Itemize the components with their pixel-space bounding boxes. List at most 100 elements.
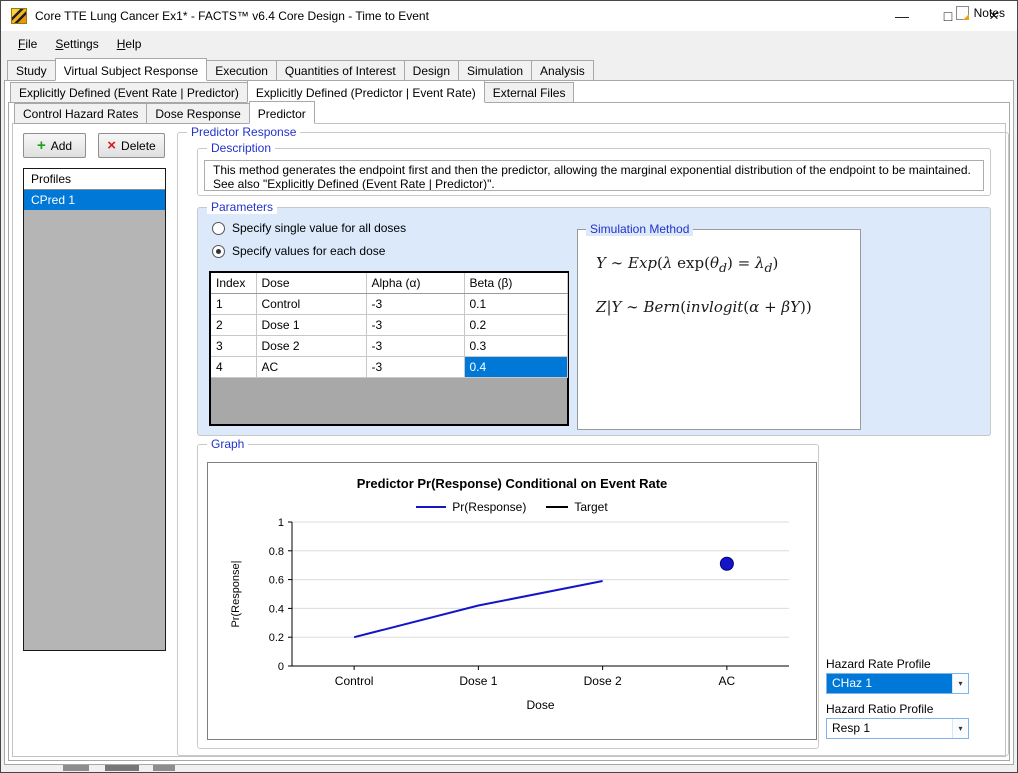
delete-button-label: Delete xyxy=(121,139,156,153)
chart-panel: Predictor Pr(Response) Conditional on Ev… xyxy=(207,462,817,740)
profiles-list-header: Profiles xyxy=(24,169,165,190)
grid-row-control: 1 Control -3 0.1 xyxy=(211,294,567,315)
description-line-2: See also "Explicitly Defined (Event Rate… xyxy=(213,177,975,191)
cell-beta[interactable]: 0.3 xyxy=(464,336,567,357)
cell-index[interactable]: 2 xyxy=(211,315,256,336)
description-group: Description This method generates the en… xyxy=(197,148,991,196)
radio-single-value-label: Specify single value for all doses xyxy=(232,221,406,235)
chevron-down-icon[interactable]: ▾ xyxy=(952,674,968,693)
sub-tab-strip: Explicitly Defined (Event Rate | Predict… xyxy=(10,81,573,103)
simulation-method-box: Simulation Method Y ∼ Exp(λ exp(θd) = λd… xyxy=(577,229,861,430)
cell-alpha[interactable]: -3 xyxy=(366,315,464,336)
col-header-dose: Dose xyxy=(256,273,366,294)
tab-predictor[interactable]: Predictor xyxy=(249,101,315,124)
notes-label: Notes xyxy=(974,6,1005,20)
chart-plot: 00.20.40.60.81ControlDose 1Dose 2ACDoseP… xyxy=(207,514,817,726)
svg-text:Dose: Dose xyxy=(526,698,554,712)
profile-item-cpred1[interactable]: CPred 1 xyxy=(24,190,165,210)
title-bar: Core TTE Lung Cancer Ex1* - FACTS™ v6.4 … xyxy=(1,1,1017,31)
tab-study[interactable]: Study xyxy=(7,60,56,81)
add-button[interactable]: + Add xyxy=(23,133,86,158)
minimize-button[interactable]: — xyxy=(879,1,925,31)
description-group-label: Description xyxy=(207,141,275,155)
grid-row-dose1: 2 Dose 1 -3 0.2 xyxy=(211,315,567,336)
legend-label: Pr(Response) xyxy=(452,500,526,514)
parameters-group: Parameters Specify single value for all … xyxy=(197,207,991,436)
cell-alpha[interactable]: -3 xyxy=(366,357,464,378)
parameters-group-label: Parameters xyxy=(207,200,277,214)
cell-beta[interactable]: 0.2 xyxy=(464,315,567,336)
notes-button[interactable]: Notes xyxy=(952,4,1009,22)
legend-item-pr-response: Pr(Response) xyxy=(416,500,526,514)
hazard-rate-profile-value: CHaz 1 xyxy=(827,674,952,693)
radio-each-dose[interactable]: Specify values for each dose xyxy=(212,244,385,258)
graph-group-label: Graph xyxy=(207,437,248,451)
cell-index[interactable]: 1 xyxy=(211,294,256,315)
tab-control-hazard-rates[interactable]: Control Hazard Rates xyxy=(14,103,147,124)
grid-row-ac: 4 AC -3 0.4 xyxy=(211,357,567,378)
hazard-ratio-profile-label: Hazard Ratio Profile xyxy=(826,702,933,716)
tab-design[interactable]: Design xyxy=(404,60,459,81)
bottom-artifact xyxy=(153,765,175,771)
cell-index[interactable]: 4 xyxy=(211,357,256,378)
tab-external-files[interactable]: External Files xyxy=(484,82,575,103)
cell-alpha[interactable]: -3 xyxy=(366,294,464,315)
cell-index[interactable]: 3 xyxy=(211,336,256,357)
graph-group: Graph Predictor Pr(Response) Conditional… xyxy=(197,444,819,749)
chart-title: Predictor Pr(Response) Conditional on Ev… xyxy=(357,476,668,491)
bottom-artifact xyxy=(63,765,89,771)
radio-each-dose-icon xyxy=(212,245,225,258)
grid-row-dose2: 3 Dose 2 -3 0.3 xyxy=(211,336,567,357)
cell-dose[interactable]: Control xyxy=(256,294,366,315)
hazard-ratio-profile-combo[interactable]: Resp 1 ▾ xyxy=(826,718,969,739)
dose-parameters-grid: Index Dose Alpha (α) Beta (β) 1 Control … xyxy=(209,271,569,426)
cell-dose[interactable]: Dose 1 xyxy=(256,315,366,336)
cell-beta-selected[interactable]: 0.4 xyxy=(464,357,567,378)
simulation-formula-2: Z|Y ∼ Bern(invlogit(α + βY)) xyxy=(596,298,812,316)
main-tab-strip: Study Virtual Subject Response Execution… xyxy=(7,59,593,81)
app-icon xyxy=(11,8,27,24)
svg-text:AC: AC xyxy=(719,674,736,688)
hazard-ratio-profile-value: Resp 1 xyxy=(827,719,952,738)
legend-item-target: Target xyxy=(546,500,607,514)
tab-analysis[interactable]: Analysis xyxy=(531,60,594,81)
cell-dose[interactable]: AC xyxy=(256,357,366,378)
svg-text:Dose 1: Dose 1 xyxy=(459,674,497,688)
add-icon: + xyxy=(37,141,46,151)
svg-text:Control: Control xyxy=(335,674,374,688)
simulation-method-label: Simulation Method xyxy=(586,222,693,236)
svg-text:Pr(Response|: Pr(Response| xyxy=(230,560,242,627)
cell-alpha[interactable]: -3 xyxy=(366,336,464,357)
menu-help[interactable]: Help xyxy=(108,33,151,55)
svg-text:0: 0 xyxy=(278,661,284,673)
svg-text:Dose 2: Dose 2 xyxy=(584,674,622,688)
menu-settings[interactable]: Settings xyxy=(46,33,107,55)
delete-button[interactable]: × Delete xyxy=(98,133,165,158)
cell-dose[interactable]: Dose 2 xyxy=(256,336,366,357)
legend-target-line-icon xyxy=(546,506,568,508)
tab-explicitly-defined-event-rate-predictor[interactable]: Explicitly Defined (Event Rate | Predict… xyxy=(10,82,248,103)
add-button-label: Add xyxy=(51,139,72,153)
cell-beta[interactable]: 0.1 xyxy=(464,294,567,315)
window-title: Core TTE Lung Cancer Ex1* - FACTS™ v6.4 … xyxy=(35,9,429,23)
svg-text:0.2: 0.2 xyxy=(269,632,284,644)
tab-execution[interactable]: Execution xyxy=(206,60,277,81)
hazard-rate-profile-combo[interactable]: CHaz 1 ▾ xyxy=(826,673,969,694)
tab-quantities-of-interest[interactable]: Quantities of Interest xyxy=(276,60,405,81)
svg-text:0.8: 0.8 xyxy=(269,546,284,558)
tab-explicitly-defined-predictor-event-rate[interactable]: Explicitly Defined (Predictor | Event Ra… xyxy=(247,80,485,103)
radio-single-value-icon xyxy=(212,222,225,235)
tab-virtual-subject-response[interactable]: Virtual Subject Response xyxy=(55,58,208,81)
profiles-list: Profiles CPred 1 xyxy=(23,168,166,651)
description-line-1: This method generates the endpoint first… xyxy=(213,163,975,177)
description-text-panel: This method generates the endpoint first… xyxy=(204,160,984,191)
radio-single-value[interactable]: Specify single value for all doses xyxy=(212,221,406,235)
svg-text:0.4: 0.4 xyxy=(269,603,284,615)
tab-dose-response[interactable]: Dose Response xyxy=(146,103,249,124)
predictor-response-group-label: Predictor Response xyxy=(187,125,300,139)
menu-file[interactable]: File xyxy=(9,33,46,55)
tab-simulation[interactable]: Simulation xyxy=(458,60,532,81)
chevron-down-icon[interactable]: ▾ xyxy=(952,719,968,738)
col-header-beta: Beta (β) xyxy=(464,273,567,294)
legend-line-icon xyxy=(416,506,446,508)
